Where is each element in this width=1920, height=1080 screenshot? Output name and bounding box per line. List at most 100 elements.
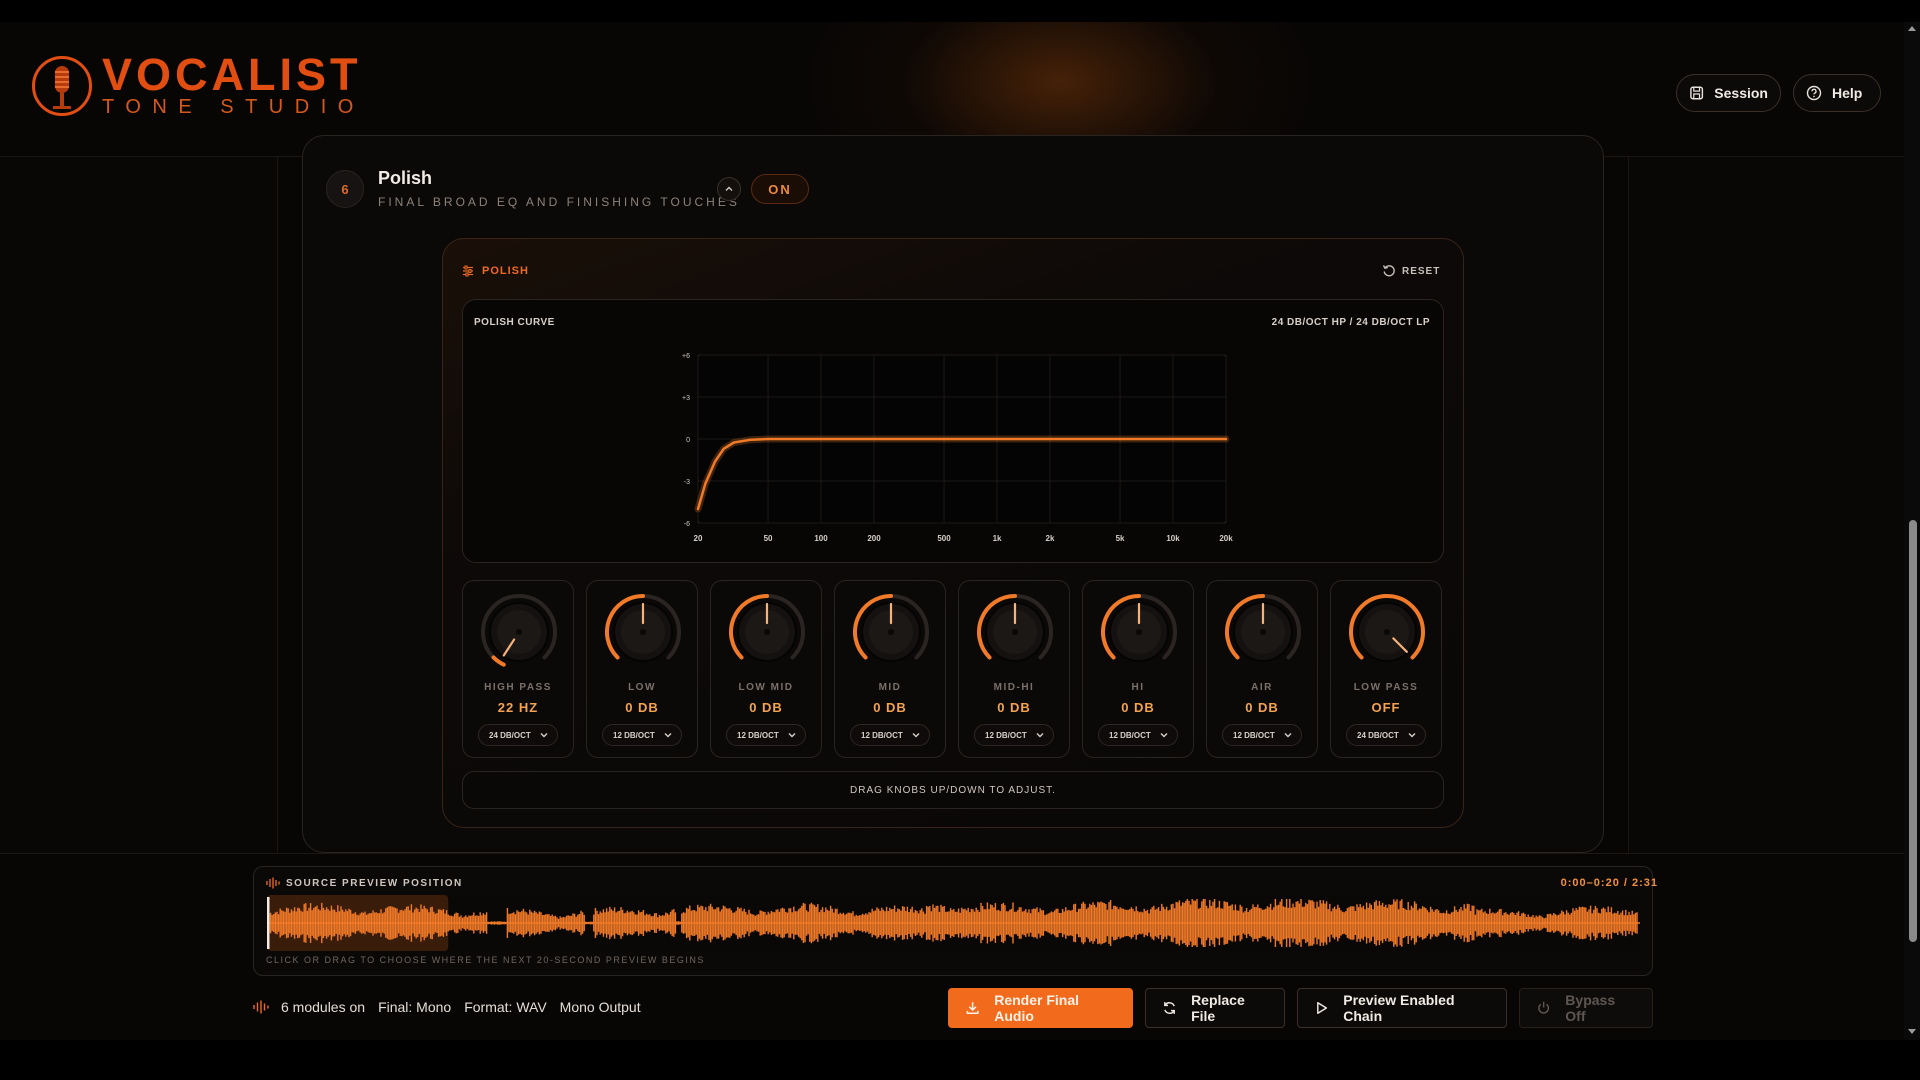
slope-select[interactable]: 12 DB/OCT [726, 724, 806, 746]
bottom-black-bar [0, 1040, 1920, 1080]
chevron-down-icon [540, 733, 548, 738]
status-bar: 6 modules on Final: Mono Format: WAV Mon… [253, 999, 654, 1015]
knob-dial[interactable] [850, 591, 932, 673]
knob-label: HI [1131, 682, 1145, 693]
status-format: Format: WAV [464, 999, 547, 1015]
slope-select[interactable]: 24 DB/OCT [1346, 724, 1426, 746]
curve-title: POLISH CURVE [474, 317, 555, 328]
status-modules: 6 modules on [281, 999, 366, 1015]
y-tick-label: 0 [686, 437, 690, 444]
knob-dial[interactable] [726, 591, 808, 673]
slope-select-value: 12 DB/OCT [613, 730, 655, 740]
x-tick-label: 50 [764, 534, 773, 543]
scroll-down-arrow[interactable] [1908, 1029, 1916, 1034]
status-final: Final: Mono [378, 999, 452, 1015]
y-tick-label: +3 [682, 395, 690, 402]
knob-dial[interactable] [602, 591, 684, 673]
x-tick-label: 20 [694, 534, 703, 543]
y-tick-label: -6 [684, 521, 690, 528]
slope-select-value: 12 DB/OCT [1109, 730, 1151, 740]
x-tick-label: 2k [1046, 534, 1055, 543]
knob-center [1012, 629, 1018, 635]
slope-select[interactable]: 12 DB/OCT [974, 724, 1054, 746]
chevron-down-icon [1036, 733, 1044, 738]
chevron-down-icon [664, 733, 672, 738]
knob-dial[interactable] [974, 591, 1056, 673]
session-button[interactable]: Session [1676, 74, 1781, 112]
knob-center [640, 629, 646, 635]
x-tick-label: 500 [937, 534, 951, 543]
waveform-scrubber[interactable] [267, 895, 1640, 951]
knob-label: LOW PASS [1353, 682, 1419, 693]
reset-label: RESET [1402, 265, 1441, 277]
knob-value: OFF [1371, 700, 1401, 715]
save-icon [1690, 86, 1704, 100]
knob-card: MID 0 DB 12 DB/OCT [834, 580, 946, 758]
right-sidebar [1628, 157, 1904, 853]
knob-center [1260, 629, 1266, 635]
waveform-icon [253, 1000, 269, 1014]
scrollbar-thumb[interactable] [1909, 520, 1917, 942]
reset-button[interactable]: RESET [1382, 264, 1440, 278]
slope-select-value: 12 DB/OCT [1233, 730, 1275, 740]
knob-center [1136, 629, 1142, 635]
x-tick-label: 200 [867, 534, 881, 543]
knob-label: LOW MID [738, 682, 794, 693]
brand-title: VOCALIST [102, 49, 362, 100]
slope-select[interactable]: 24 DB/OCT [478, 724, 558, 746]
slope-select[interactable]: 12 DB/OCT [602, 724, 682, 746]
x-tick-label: 5k [1116, 534, 1125, 543]
knob-dial[interactable] [1098, 591, 1180, 673]
slope-select-value: 24 DB/OCT [489, 730, 531, 740]
slope-select-value: 12 DB/OCT [737, 730, 779, 740]
session-label: Session [1714, 85, 1768, 101]
knob-value: 0 DB [1245, 700, 1279, 715]
waveform-title: SOURCE PREVIEW POSITION [266, 877, 463, 889]
replace-file-button[interactable]: Replace File [1145, 988, 1285, 1028]
knob-dial[interactable] [478, 591, 560, 673]
knob-label: LOW [628, 682, 656, 693]
knob-card: LOW MID 0 DB 12 DB/OCT [710, 580, 822, 758]
x-tick-label: 1k [993, 534, 1002, 543]
knob-card: MID-HI 0 DB 12 DB/OCT [958, 580, 1070, 758]
knob-center [516, 629, 522, 635]
help-icon [1806, 85, 1822, 101]
knob-card: LOW PASS OFF 24 DB/OCT [1330, 580, 1442, 758]
help-button[interactable]: Help [1793, 74, 1881, 112]
knob-value: 0 DB [1121, 700, 1155, 715]
knob-value: 0 DB [625, 700, 659, 715]
chevron-down-icon [1408, 733, 1416, 738]
module-number-badge: 6 [326, 170, 364, 208]
knob-value: 0 DB [873, 700, 907, 715]
knob-dial[interactable] [1346, 591, 1428, 673]
knob-center [1384, 629, 1390, 635]
microphone-icon [32, 56, 92, 116]
y-tick-label: +6 [682, 353, 690, 360]
eq-curve-chart[interactable]: 20 50 100 200 500 1k 2k 5k 10k 20k +6 +3 0 -3 -6 [670, 345, 1240, 545]
render-label: Render Final Audio [994, 992, 1080, 1024]
preview-time-range: 0:00–0:20 / 2:31 [1560, 877, 1658, 889]
slope-select[interactable]: 12 DB/OCT [1098, 724, 1178, 746]
module-title: Polish [378, 168, 433, 188]
play-icon [1317, 1002, 1328, 1014]
scroll-up-arrow[interactable] [1908, 26, 1916, 31]
knob-center [888, 629, 894, 635]
slope-select[interactable]: 12 DB/OCT [1222, 724, 1302, 746]
knob-value: 22 HZ [497, 700, 539, 715]
chevron-down-icon [912, 733, 920, 738]
render-final-audio-button[interactable]: Render Final Audio [948, 988, 1133, 1028]
preview-enabled-chain-button[interactable]: Preview Enabled Chain [1297, 988, 1507, 1028]
slope-select[interactable]: 12 DB/OCT [850, 724, 930, 746]
knob-card: HI 0 DB 12 DB/OCT [1082, 580, 1194, 758]
chevron-down-icon [788, 733, 796, 738]
knob-hint: DRAG KNOBS UP/DOWN TO ADJUST. [462, 771, 1444, 809]
knob-dial[interactable] [1222, 591, 1304, 673]
bypass-toggle-button[interactable]: Bypass Off [1519, 988, 1653, 1028]
module-on-toggle[interactable]: ON [751, 174, 809, 204]
power-icon [1538, 1001, 1550, 1014]
module-subtitle: FINAL BROAD EQ AND FINISHING TOUCHES [378, 195, 740, 209]
knob-label: AIR [1251, 682, 1273, 693]
collapse-button[interactable] [717, 177, 741, 201]
curve-mode: 24 DB/OCT HP / 24 DB/OCT LP [1271, 317, 1430, 328]
brand-logo[interactable]: VOCALIST TONE STUDIO [32, 49, 365, 118]
